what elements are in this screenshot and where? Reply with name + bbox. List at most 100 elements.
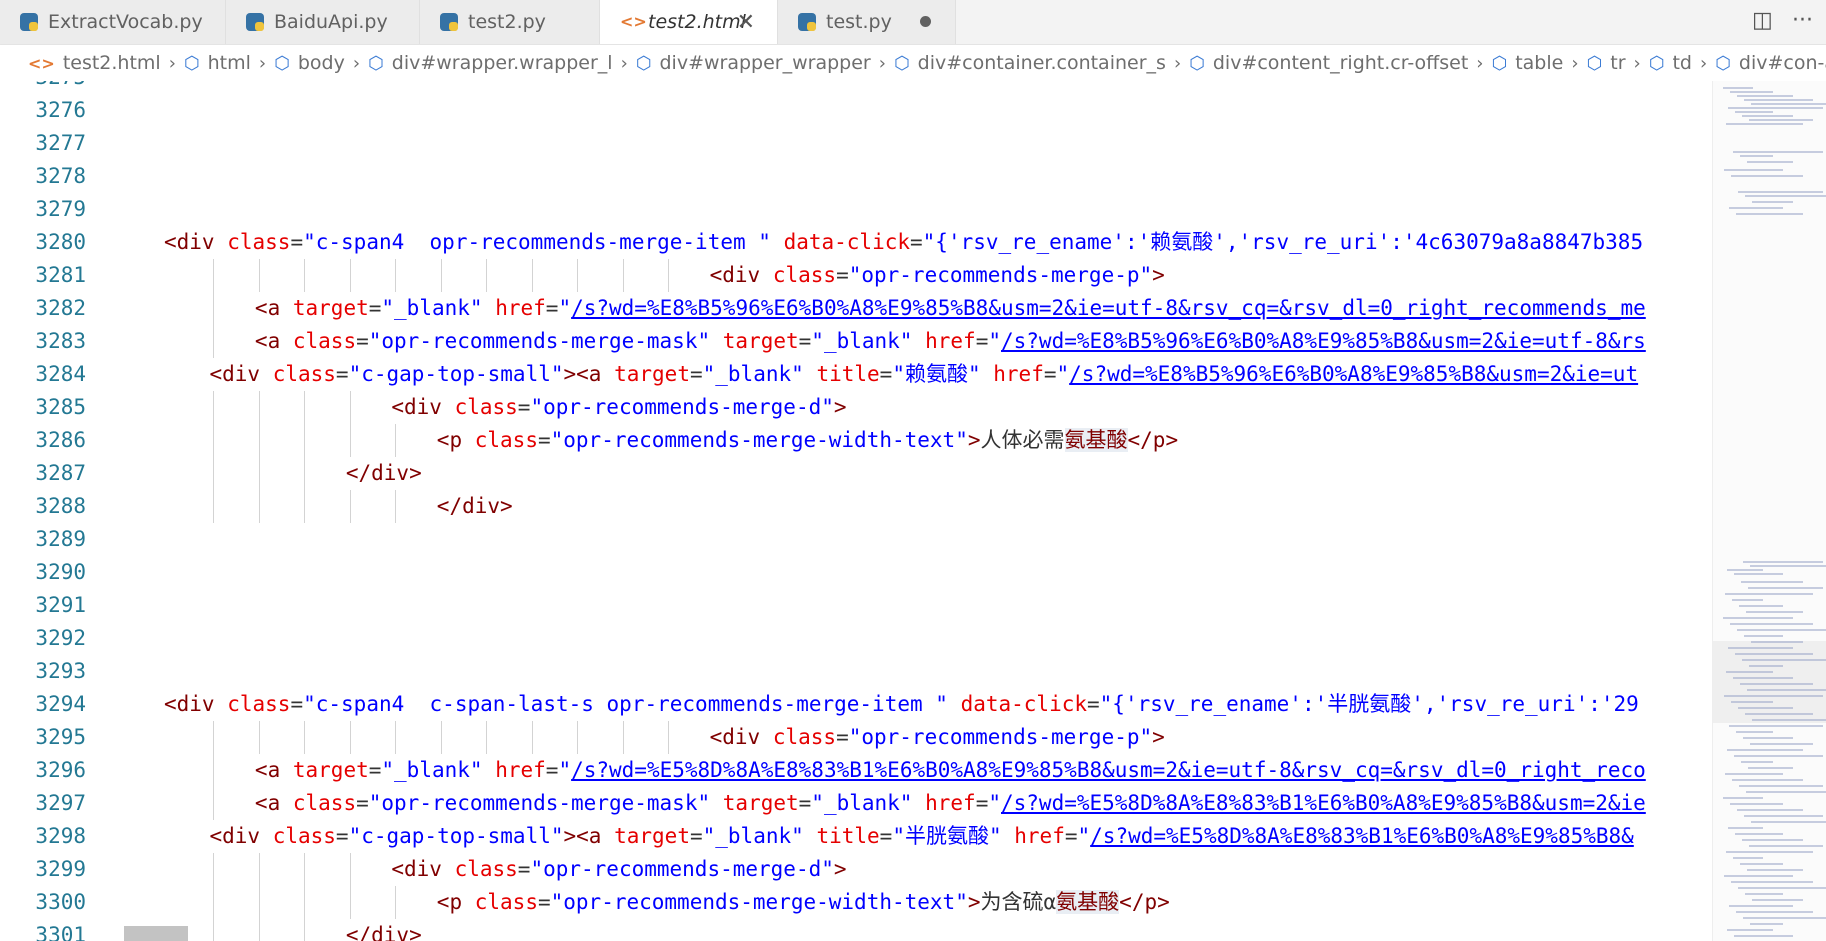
indent-guide [395,721,397,754]
minimap-line [1729,207,1783,209]
indent-guide [213,259,215,292]
minimap-line [1727,749,1803,751]
minimap-line [1750,743,1813,745]
minimap-line [1729,725,1823,727]
tab-test2-html[interactable]: <> test2.html ✕ [600,0,778,44]
minimap-line [1727,569,1763,571]
code-line[interactable]: 3279 [0,193,1712,226]
code-editor[interactable]: 3275 3276 3277 3278 3279 3280 <div class="c-sp… [0,81,1712,941]
breadcrumb-item[interactable]: ⬡div#con-ar› [1707,52,1826,74]
code-text: </div> [345,461,422,485]
code-line[interactable]: 3290 [0,556,1712,589]
code-text: <a target="_blank" href="/s?wd=%E5%8D%8A… [254,758,1646,782]
code-line[interactable]: 3301 </div> [0,919,1712,941]
minimap-line [1736,213,1803,215]
code-line[interactable]: 3286 <p class="opr-recommends-merge-width… [0,424,1712,457]
line-number: 3276 [35,98,86,122]
code-line[interactable]: 3289 [0,523,1712,556]
code-text: <div class="opr-recommends-merge-p"> [709,725,1165,749]
breadcrumb-item[interactable]: ⬡ body › [266,52,360,74]
code-line[interactable]: 3295 <div class="opr-recommends-merge-p"> [0,721,1712,754]
breadcrumb-item[interactable]: ⬡ html › [176,52,266,74]
element-cube-icon: ⬡ [893,52,910,74]
minimap-line [1730,623,1813,625]
indent-guide [577,721,579,754]
minimap-line [1733,151,1823,153]
minimap-line [1746,611,1803,613]
minimap[interactable] [1712,81,1826,941]
code-line[interactable]: 3293 [0,655,1712,688]
minimap-line [1736,731,1773,733]
horizontal-scrollbar[interactable] [124,926,188,941]
code-line[interactable]: 3275 [0,81,1712,94]
tab-test2-py[interactable]: test2.py [420,0,600,44]
code-line[interactable]: 3287 </div> [0,457,1712,490]
breadcrumb-item[interactable]: ⬡ div#container.container_s › [886,52,1181,74]
minimap-line [1742,115,1793,117]
code-line[interactable]: 3278 [0,160,1712,193]
minimap-line [1734,573,1783,575]
code-line[interactable]: 3300 <p class="opr-recommends-merge-width… [0,886,1712,919]
indent-guide [349,886,351,919]
breadcrumb-item[interactable]: ⬡ td › [1641,52,1707,74]
close-icon[interactable]: ✕ [737,10,755,35]
element-cube-icon: ⬡ [1715,52,1731,74]
breadcrumb-item[interactable]: ⬡ tr › [1579,52,1641,74]
indent-guide [258,721,260,754]
more-actions-icon[interactable]: ··· [1792,8,1813,33]
indent-guide [213,292,215,325]
indent-guide [304,853,306,886]
chevron-right-icon: › [352,52,361,74]
code-line[interactable]: 3281 <div class="opr-recommends-merge-p"> [0,259,1712,292]
code-line[interactable]: 3283 <a class="opr-recommends-merge-mask"… [0,325,1712,358]
line-number: 3292 [35,626,86,650]
breadcrumb-item[interactable]: ⬡ div#wrapper.wrapper_l › [360,52,628,74]
indent-guide [213,919,215,941]
code-line[interactable]: 3299 <div class="opr-recommends-merge-d"> [0,853,1712,886]
tab-extractvocab[interactable]: ExtractVocab.py [0,0,226,44]
line-number: 3289 [35,527,86,551]
code-line[interactable]: 3294 <div class="c-span4 c-span-last-s op… [0,688,1712,721]
code-line[interactable]: 3292 [0,622,1712,655]
code-text: </div> [345,923,422,941]
unsaved-dot-icon[interactable] [920,16,931,27]
code-line[interactable]: 3282 <a target="_blank" href="/s?wd=%E8%B… [0,292,1712,325]
breadcrumb-item[interactable]: ⬡ div#wrapper_wrapper › [628,52,886,74]
indent-guide [258,424,260,457]
minimap-line [1739,605,1783,607]
code-line[interactable]: 3291 [0,589,1712,622]
code-line[interactable]: 3298 <div class="c-gap-top-small"><a targ… [0,820,1712,853]
code-line[interactable]: 3285 <div class="opr-recommends-merge-d"> [0,391,1712,424]
breadcrumb-item[interactable]: ⬡ table › [1484,52,1579,74]
minimap-line [1751,641,1803,643]
code-line[interactable]: 3276 [0,94,1712,127]
minimap-line [1737,629,1826,631]
indent-guide [531,721,533,754]
indent-guide [395,886,397,919]
breadcrumb-item[interactable]: ⬡ div#content_right.cr-offset › [1181,52,1483,74]
indent-guide [213,853,215,886]
indent-guide [622,721,624,754]
minimap-line [1726,123,1803,125]
indent-guide [258,490,260,523]
code-line[interactable]: 3297 <a class="opr-recommends-merge-mask"… [0,787,1712,820]
line-number: 3295 [35,725,86,749]
indent-guide [304,886,306,919]
chevron-right-icon: › [1476,52,1484,74]
breadcrumb-item[interactable]: <> test2.html › [0,52,176,74]
tab-test-py[interactable]: test.py [778,0,956,44]
code-line[interactable]: 3284 <div class="c-gap-top-small"><a targ… [0,358,1712,391]
code-text: <a target="_blank" href="/s?wd=%E8%B5%96… [254,296,1646,320]
minimap-line [1730,803,1783,805]
chevron-right-icon: › [878,52,886,74]
code-text: <div class="c-span4 c-span-last-s opr-re… [164,692,1639,716]
indent-guide [213,424,215,457]
code-line[interactable]: 3277 [0,127,1712,160]
minimap-line [1739,785,1823,787]
code-line[interactable]: 3296 <a target="_blank" href="/s?wd=%E5%8… [0,754,1712,787]
tab-baiduapi[interactable]: BaiduApi.py [226,0,420,44]
split-editor-icon[interactable]: ◫ [1752,8,1773,33]
code-line[interactable]: 3280 <div class="c-span4 opr-recommends-m… [0,226,1712,259]
code-text: </div> [436,494,513,518]
code-line[interactable]: 3288 </div> [0,490,1712,523]
